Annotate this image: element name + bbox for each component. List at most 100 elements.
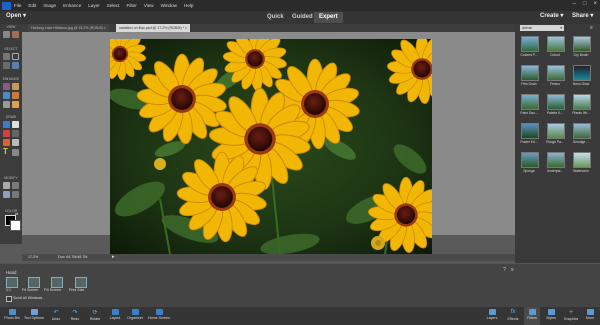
filter-thumb[interactable] bbox=[521, 94, 539, 110]
gradient-tool-icon[interactable] bbox=[12, 130, 19, 137]
pencil-tool-icon[interactable] bbox=[12, 149, 19, 156]
filter-thumb[interactable] bbox=[573, 36, 591, 52]
more-button[interactable]: More bbox=[582, 307, 598, 325]
filter-thumb[interactable] bbox=[521, 123, 539, 139]
section-view-label: VIEW bbox=[6, 25, 16, 29]
quick-selection-tool-icon[interactable] bbox=[12, 62, 19, 69]
blur-tool-icon[interactable] bbox=[3, 101, 10, 108]
crop-tool-icon[interactable] bbox=[3, 182, 10, 189]
fit-screen-button[interactable] bbox=[28, 277, 40, 288]
filter-label: Underpai... bbox=[546, 169, 564, 173]
print-size-button[interactable] bbox=[75, 277, 87, 288]
paint-bucket-tool-icon[interactable] bbox=[3, 130, 10, 137]
organizer-button[interactable]: Organizer bbox=[124, 307, 146, 325]
filter-thumb[interactable] bbox=[547, 65, 565, 81]
options-menu-icon[interactable]: ≡ bbox=[511, 267, 514, 273]
menu-filter[interactable]: Filter bbox=[127, 3, 137, 8]
filter-thumb[interactable] bbox=[547, 36, 565, 52]
clone-stamp-tool-icon[interactable] bbox=[12, 92, 19, 99]
filter-thumb[interactable] bbox=[573, 123, 591, 139]
chevron-down-icon: ▾ bbox=[560, 13, 564, 19]
scroll-all-checkbox[interactable] bbox=[6, 296, 12, 302]
section-draw-label: DRAW bbox=[5, 115, 17, 119]
graphics-button[interactable]: + Graphics bbox=[562, 307, 580, 325]
straighten-tool-icon[interactable] bbox=[12, 191, 19, 198]
panel-menu-icon[interactable]: ≡ bbox=[590, 25, 593, 31]
fill-screen-button[interactable] bbox=[51, 277, 63, 288]
filter-thumb[interactable] bbox=[573, 94, 591, 110]
mode-quick[interactable]: Quick bbox=[262, 12, 289, 23]
status-arrow-icon[interactable]: ▸ bbox=[112, 254, 115, 260]
filter-thumb[interactable] bbox=[573, 152, 591, 168]
menu-layer[interactable]: Layer bbox=[88, 3, 100, 8]
filter-category-select[interactable]: Artistic ▾ bbox=[520, 25, 564, 31]
filter-label: Palette K... bbox=[546, 111, 564, 115]
filter-thumb[interactable] bbox=[547, 94, 565, 110]
brush-tool-icon[interactable] bbox=[3, 121, 10, 128]
more-icon bbox=[586, 309, 594, 315]
filter-thumb[interactable] bbox=[521, 36, 539, 52]
menu-window[interactable]: Window bbox=[161, 3, 177, 8]
layers-button[interactable]: Layers bbox=[484, 307, 500, 325]
create-button[interactable]: Create ▾ bbox=[540, 12, 563, 19]
graphics-icon: + bbox=[568, 309, 574, 316]
swap-colors-icon[interactable]: ⇄ bbox=[15, 211, 18, 216]
status-bar: 17.2% Doc: 64.7M/48.7M ▸ bbox=[22, 254, 515, 261]
share-button[interactable]: Share ▾ bbox=[572, 12, 593, 19]
tool-options-button[interactable]: Tool Options bbox=[22, 307, 46, 325]
rotate-button[interactable]: ⟳ Rotate bbox=[86, 307, 104, 325]
type-tool-icon[interactable]: T bbox=[3, 147, 8, 156]
eraser-tool-icon[interactable] bbox=[12, 121, 19, 128]
menu-edit[interactable]: Edit bbox=[28, 3, 36, 8]
tab-document-1[interactable]: Harlung Lake Hibiscus.jpg @ 15.2% (RGB/8… bbox=[28, 24, 109, 32]
open-button[interactable]: Open ▾ bbox=[6, 12, 26, 19]
close-icon[interactable]: × bbox=[185, 26, 187, 30]
layout-icon bbox=[111, 309, 119, 315]
move-tool-icon[interactable] bbox=[3, 53, 10, 60]
menu-image[interactable]: Image bbox=[43, 3, 56, 8]
lasso-tool-icon[interactable] bbox=[3, 62, 10, 69]
redo-button[interactable]: ↷ Redo bbox=[67, 307, 83, 325]
spot-healing-tool-icon[interactable] bbox=[12, 83, 19, 90]
filter-thumb[interactable] bbox=[521, 65, 539, 81]
mode-expert[interactable]: Expert bbox=[314, 12, 343, 23]
menu-enhance[interactable]: Enhance bbox=[63, 3, 81, 8]
effects-button[interactable]: fx Effects bbox=[504, 307, 522, 325]
tab-document-2[interactable]: variation on lilac.psd @ 17.2% (RGB/8) *… bbox=[116, 24, 191, 32]
one-to-one-button[interactable] bbox=[6, 277, 18, 288]
minimize-icon[interactable]: – bbox=[573, 1, 576, 7]
close-icon[interactable]: × bbox=[104, 26, 106, 30]
document-image[interactable] bbox=[93, 26, 458, 255]
background-color-swatch[interactable] bbox=[10, 220, 21, 231]
filter-thumb[interactable] bbox=[521, 152, 539, 168]
styles-button[interactable]: Styles bbox=[543, 307, 559, 325]
undo-button[interactable]: ↶ Undo bbox=[48, 307, 64, 325]
hand-tool-icon[interactable] bbox=[12, 31, 19, 38]
content-aware-move-tool-icon[interactable] bbox=[3, 191, 10, 198]
red-eye-tool-icon[interactable] bbox=[3, 83, 10, 90]
smart-brush-tool-icon[interactable] bbox=[3, 92, 10, 99]
maximize-icon[interactable]: □ bbox=[583, 1, 587, 7]
zoom-level[interactable]: 17.2% bbox=[28, 255, 38, 259]
app-logo-icon bbox=[2, 1, 11, 10]
menu-select[interactable]: Select bbox=[107, 3, 120, 8]
menu-help[interactable]: Help bbox=[184, 3, 193, 8]
shape-tool-icon[interactable] bbox=[3, 139, 10, 146]
scroll-all-label: Scroll All Windows bbox=[13, 296, 43, 300]
close-icon[interactable]: × bbox=[593, 1, 597, 7]
marquee-tool-icon[interactable] bbox=[12, 53, 19, 60]
menu-view[interactable]: View bbox=[144, 3, 154, 8]
help-icon[interactable]: ? bbox=[503, 267, 506, 273]
filter-thumb[interactable] bbox=[547, 123, 565, 139]
eyedropper-tool-icon[interactable] bbox=[12, 139, 19, 146]
recompose-tool-icon[interactable] bbox=[12, 182, 19, 189]
layout-button[interactable]: Layout bbox=[106, 307, 124, 325]
sponge-tool-icon[interactable] bbox=[12, 101, 19, 108]
filter-thumb[interactable] bbox=[573, 65, 591, 81]
home-screen-button[interactable]: Home Screen bbox=[146, 307, 172, 325]
filters-button[interactable]: Filters bbox=[524, 307, 540, 325]
photo-bin-button[interactable]: Photo Bin bbox=[2, 307, 22, 325]
zoom-tool-icon[interactable] bbox=[3, 31, 10, 38]
menu-file[interactable]: File bbox=[14, 3, 21, 8]
filter-thumb[interactable] bbox=[547, 152, 565, 168]
